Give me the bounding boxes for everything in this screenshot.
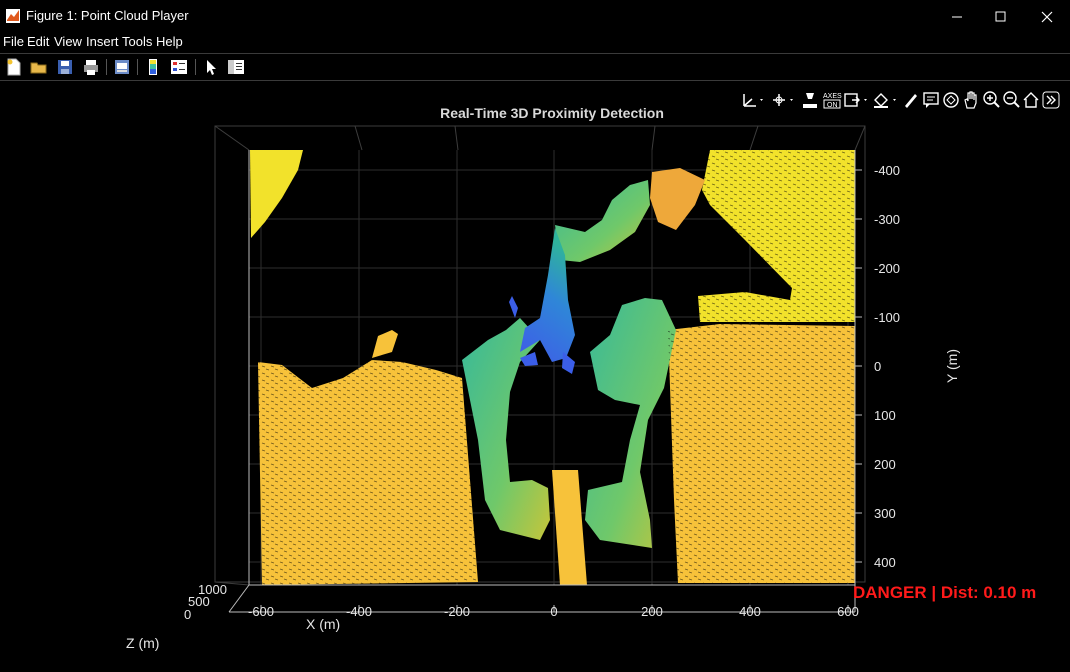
- y-tick-label: -400: [874, 163, 900, 178]
- y-tick-label: 400: [874, 555, 896, 570]
- y-tick-label: -100: [874, 310, 900, 325]
- y-tick-label: 0: [874, 359, 881, 374]
- point-cloud: [250, 150, 855, 585]
- point-cloud-plot[interactable]: -400 -300 -200 -100 0 100 200 300 400 -6…: [0, 0, 1070, 672]
- x-tick-label: 600: [837, 604, 859, 619]
- x-tick-label: 200: [641, 604, 663, 619]
- x-axis-label: X (m): [306, 616, 340, 632]
- cloud-green-top: [555, 180, 650, 262]
- cloud-green-left: [462, 318, 550, 540]
- y-tick-label: -200: [874, 261, 900, 276]
- y-tick-label: 100: [874, 408, 896, 423]
- x-tick-label: -200: [444, 604, 470, 619]
- x-tick-label: 400: [739, 604, 761, 619]
- z-axis-label: Z (m): [126, 635, 159, 651]
- z-tick-label: 500: [188, 594, 210, 609]
- cloud-center-strip: [552, 470, 587, 585]
- cloud-green-right: [585, 298, 676, 548]
- y-axis-label: Y (m): [944, 349, 960, 383]
- x-tick-label: 0: [550, 604, 557, 619]
- y-tick-label: 300: [874, 506, 896, 521]
- danger-label: DANGER | Dist: 0.10 m: [853, 583, 1037, 602]
- cloud-upper-left: [250, 150, 303, 238]
- y-axis-ticks: [855, 169, 862, 563]
- cloud-orange-small: [372, 330, 398, 358]
- cloud-orange-top: [650, 168, 705, 230]
- y-tick-label: 200: [874, 457, 896, 472]
- z-tick-label: 0: [184, 607, 191, 622]
- x-tick-label: -400: [346, 604, 372, 619]
- x-tick-label: -600: [248, 604, 274, 619]
- y-tick-label: -300: [874, 212, 900, 227]
